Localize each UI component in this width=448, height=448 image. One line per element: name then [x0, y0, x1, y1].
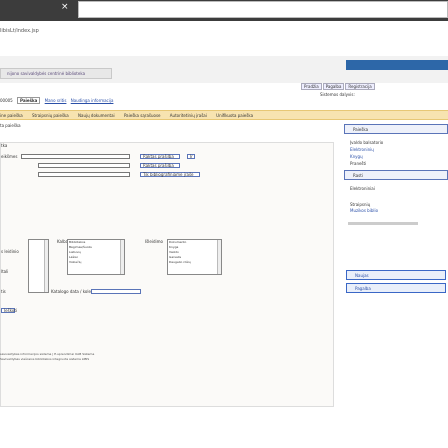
- keyword-input-1[interactable]: [21, 154, 130, 159]
- system-member-label: Sistemos dalyvis:: [320, 92, 355, 97]
- sidebar-find-button[interactable]: Rasti: [344, 170, 448, 180]
- sidebar-label-1: Įvaldo balsatorio: [350, 140, 384, 145]
- footer-line-2: Savivaldybės viešosios bibliotekos integ…: [0, 357, 90, 361]
- field-select-1[interactable]: Raktas prašilba: [140, 154, 180, 159]
- scrollbar[interactable]: [120, 240, 124, 274]
- close-icon[interactable]: ×: [61, 2, 69, 12]
- right-sidebar: Paieška Įvaldo balsatorio Elektroninių K…: [344, 116, 448, 293]
- catalog-select[interactable]: [91, 289, 141, 294]
- sidebar-highlight[interactable]: Muzikos biblio: [350, 208, 378, 213]
- link-help[interactable]: Pagalba: [322, 83, 345, 90]
- nav-item-articles[interactable]: Straipsnių paieška: [32, 113, 69, 118]
- nav-item-new[interactable]: Naujų dokumentai: [78, 113, 115, 118]
- listbox-publication-type[interactable]: [28, 239, 49, 293]
- sidebar-new-button[interactable]: Naujas: [346, 270, 446, 280]
- sidebar-search-button[interactable]: Paieška: [344, 124, 448, 134]
- filter-label-3: tis: [1, 289, 6, 294]
- page-subtitle: ta paieška: [0, 123, 21, 128]
- sidebar-link-1[interactable]: Elektroninių: [350, 147, 374, 152]
- tab-row: 00005 Paieška Mano sritis Naudinga infor…: [0, 97, 448, 106]
- field-select-2[interactable]: Raktas prašilba: [140, 163, 180, 168]
- listbox-status[interactable]: Dokumento Knyga Vaizdo Garsalis Daugelio…: [167, 239, 222, 275]
- link-register[interactable]: Registracija: [345, 83, 375, 90]
- section-label: tka: [1, 143, 8, 148]
- status-label: Išleidimo: [145, 239, 163, 244]
- search-button[interactable]: Ieškoti: [1, 308, 17, 313]
- tab-prefix: 00005: [0, 98, 13, 103]
- sidebar-help-button[interactable]: Pagalba: [346, 283, 446, 293]
- keyword-input-2[interactable]: [38, 163, 130, 168]
- banner-accent: [346, 60, 448, 70]
- sidebar-label-4: Straipsnių: [350, 202, 371, 207]
- scrollbar[interactable]: [217, 240, 221, 274]
- url-text: libisLt/index.jsp: [0, 28, 39, 34]
- tab-search[interactable]: Paieška: [17, 97, 41, 104]
- tab-my-area[interactable]: Mano sritis: [45, 98, 67, 103]
- library-name: nijono savivaldybės centrinė biblioteka: [0, 68, 112, 79]
- sidebar-link-2[interactable]: Knygų: [350, 154, 363, 159]
- bool-select[interactable]: Ir: [187, 154, 195, 159]
- nav-item-unified[interactable]: Unifikuota paieška: [216, 113, 253, 118]
- keyword-label: eikšmes: [1, 154, 18, 159]
- nav-item-authority[interactable]: Autoritetinių įrašai: [170, 113, 207, 118]
- language-links: Pradžia Pagalba Registracija: [300, 83, 375, 90]
- filter-label-1: s leidinio: [1, 249, 19, 254]
- keyword-input-3[interactable]: [38, 172, 130, 177]
- address-bar[interactable]: [78, 1, 448, 18]
- field-select-3[interactable]: Tik bibliografiniame įraše: [140, 172, 200, 177]
- listbox-type[interactable]: Bibliotekos Bėgimas/Šuolis Lietuvių Lėši…: [67, 239, 125, 275]
- search-panel: tka eikšmes Raktas prašilba Ir Raktas pr…: [0, 142, 334, 407]
- sidebar-label-2: Pranešti: [350, 161, 367, 166]
- link-home[interactable]: Pradžia: [301, 83, 322, 90]
- nav-item-lists[interactable]: Paieška sąrašuose: [124, 113, 161, 118]
- tab-useful-info[interactable]: Naudinga informacija: [71, 98, 114, 103]
- browser-top-bar: ×: [0, 0, 448, 21]
- sidebar-label-3: Elektroniniai: [350, 186, 375, 191]
- filter-label-2: ltali: [1, 269, 9, 274]
- sidebar-divider: [348, 222, 418, 225]
- scrollbar[interactable]: [44, 240, 48, 292]
- nav-item-simple[interactable]: ine paieška: [0, 113, 23, 118]
